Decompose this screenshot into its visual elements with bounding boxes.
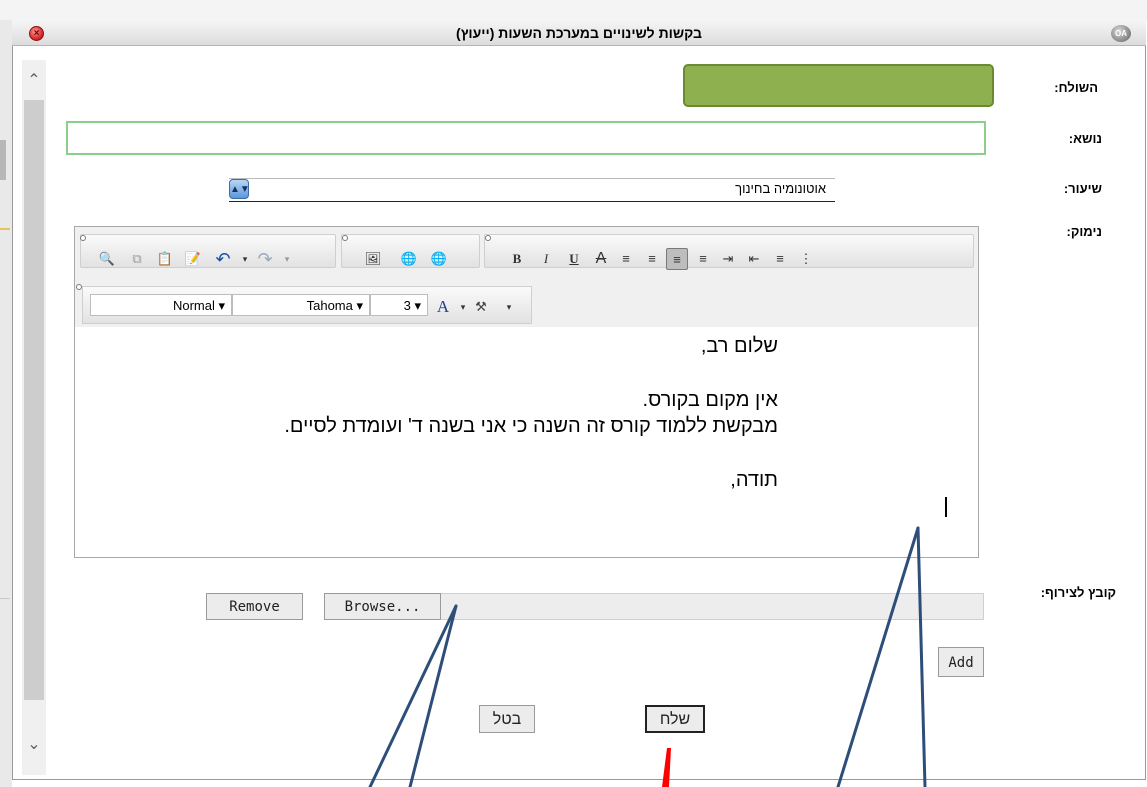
paste-icon[interactable]: 📋	[154, 248, 176, 270]
close-icon[interactable]: ×	[29, 26, 44, 41]
editor-line: אין מקום בקורס.	[642, 389, 778, 411]
toolbar-grip[interactable]	[485, 235, 491, 241]
attachment-label: קובץ לצירוף:	[1040, 585, 1116, 600]
sender-label: השולח:	[1054, 80, 1098, 95]
format-dropdown-value: Normal	[172, 298, 215, 313]
redo-icon[interactable]: ↷	[254, 248, 276, 270]
font-color-icon[interactable]: A	[432, 296, 454, 318]
background-mark	[0, 140, 6, 180]
subject-label: נושא:	[1068, 131, 1102, 146]
toolbar-grip[interactable]	[80, 235, 86, 241]
align-right-icon[interactable]: ≡	[666, 248, 688, 270]
lesson-label: שיעור:	[1063, 181, 1102, 196]
highlight-dropdown-icon[interactable]: ▾	[498, 296, 520, 318]
numbered-list-icon[interactable]: ≡	[769, 248, 791, 270]
background-strip	[0, 0, 1147, 20]
window-title: בקשות לשינויים במערכת השעות (ייעוץ)	[456, 25, 702, 41]
font-dropdown[interactable]: Tahoma ▾	[232, 294, 370, 316]
scrollbar-thumb[interactable]	[24, 100, 44, 700]
insert-image-icon[interactable]: 🖼	[362, 248, 384, 270]
bulleted-list-icon[interactable]: ⋮	[795, 248, 817, 270]
size-dropdown[interactable]: 3 ▾	[370, 294, 428, 316]
browse-button[interactable]: Browse...	[324, 593, 441, 620]
editor-line: שלום רב,	[700, 335, 778, 357]
undo-dropdown-icon[interactable]: ▾	[234, 248, 256, 270]
align-center-icon[interactable]: ≡	[641, 248, 663, 270]
format-dropdown[interactable]: Normal ▾	[90, 294, 232, 316]
paste-text-icon[interactable]: 📝	[182, 248, 204, 270]
highlight-color-icon[interactable]: ⚒	[470, 296, 492, 318]
reason-label: נימוק:	[1066, 224, 1102, 239]
italic-icon[interactable]: I	[535, 248, 557, 270]
app-logo-icon: OA	[1111, 25, 1131, 42]
outdent-icon[interactable]: ⇤	[743, 248, 765, 270]
align-left-icon[interactable]: ≡	[615, 248, 637, 270]
insert-link-icon[interactable]: 🌐	[398, 248, 420, 270]
strikethrough-icon[interactable]: A	[590, 248, 612, 270]
editor-content[interactable]: שלום רב, אין מקום בקורס. מבקשת ללמוד קור…	[75, 327, 978, 557]
background-mark	[0, 228, 10, 230]
lesson-select-value[interactable]: אוטונומיה בחינוך	[240, 181, 826, 196]
toolbar-grip[interactable]	[76, 284, 82, 290]
indent-icon[interactable]: ⇥	[717, 248, 739, 270]
chevron-down-icon[interactable]: ⌄	[22, 734, 46, 756]
redo-dropdown-icon[interactable]: ▾	[276, 248, 298, 270]
subject-input[interactable]	[66, 121, 986, 155]
align-justify-icon[interactable]: ≡	[692, 248, 714, 270]
chevron-up-icon[interactable]: ⌃	[22, 70, 46, 92]
editor-line: מבקשת ללמוד קורס זה השנה כי אני בשנה ד' …	[284, 415, 778, 437]
remove-link-icon[interactable]: 🌐	[428, 248, 450, 270]
bold-icon[interactable]: B	[506, 248, 528, 270]
sender-value-box	[683, 64, 994, 107]
size-dropdown-value: 3	[403, 298, 411, 313]
send-button[interactable]: שלח	[645, 705, 705, 733]
undo-icon[interactable]: ↶	[212, 248, 234, 270]
toolbar-grip[interactable]	[342, 235, 348, 241]
remove-button[interactable]: Remove	[206, 593, 303, 620]
background-mark	[0, 598, 10, 599]
copy-icon[interactable]: ⧉	[126, 248, 148, 270]
find-icon[interactable]: 🔍	[96, 248, 118, 270]
add-button[interactable]: Add	[938, 647, 984, 677]
font-dropdown-value: Tahoma	[306, 298, 353, 313]
editor-line: תודה,	[730, 469, 778, 491]
cancel-button[interactable]: בטל	[479, 705, 535, 733]
background-left-edge	[0, 20, 12, 787]
select-arrows-icon[interactable]: ▲▼	[229, 179, 250, 199]
underline-icon[interactable]: U	[563, 248, 585, 270]
text-caret	[945, 497, 947, 517]
